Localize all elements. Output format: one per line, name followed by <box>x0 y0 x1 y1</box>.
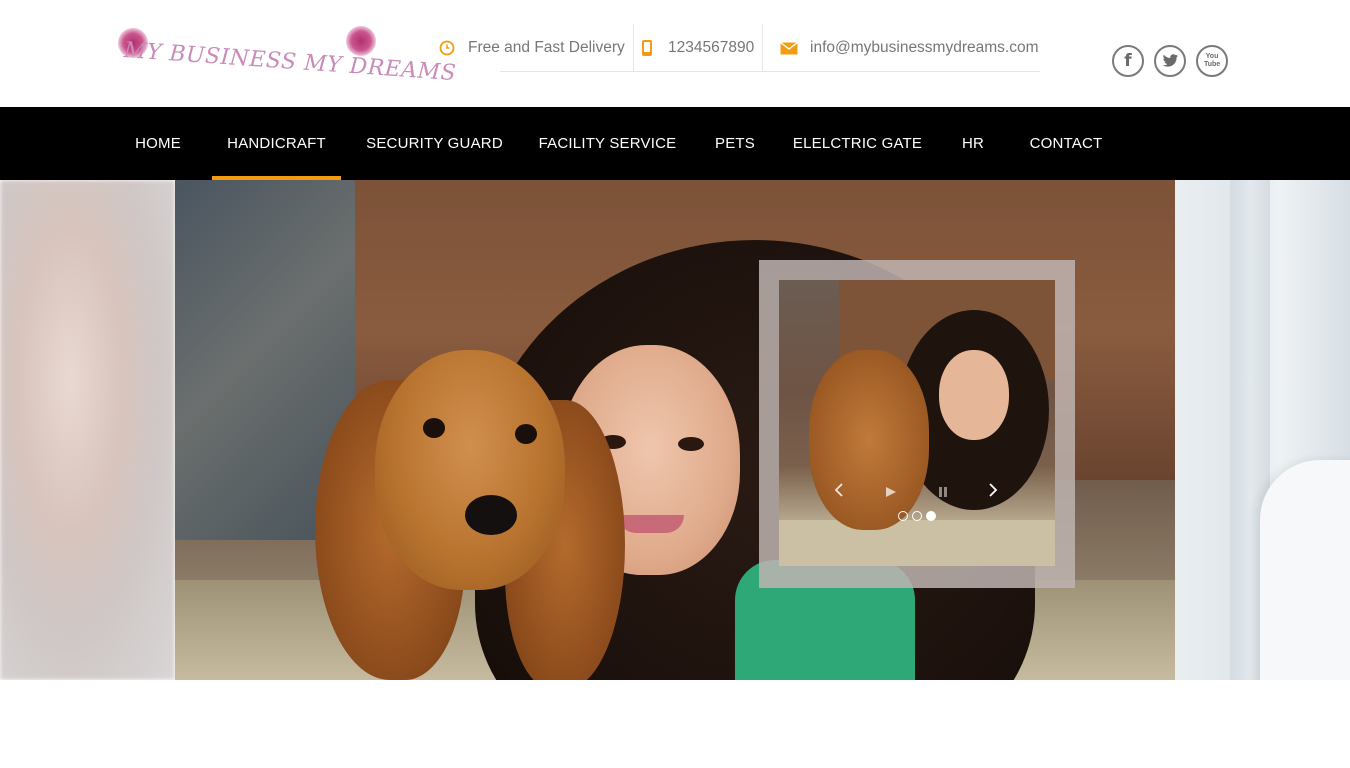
main-navigation: HOME HANDICRAFT SECURITY GUARD FACILITY … <box>0 107 1350 180</box>
twitter-bird-glyph <box>1162 54 1178 67</box>
logo-flower-right <box>346 26 376 56</box>
contact-info-bar: Free and Fast Delivery 1234567890 info@m… <box>430 24 1040 72</box>
chevron-right-icon[interactable] <box>988 482 998 503</box>
girl-smile <box>618 515 684 533</box>
mobile-phone-icon <box>638 39 656 57</box>
email-info: info@mybusinessmydreams.com <box>780 24 1039 72</box>
site-header: MY BUSINESS MY DREAMS Free and Fast Deli… <box>0 0 1350 107</box>
nav-item-label: PETS <box>715 135 755 152</box>
nav-item-pets[interactable]: PETS <box>701 107 769 180</box>
facebook-icon[interactable]: f <box>1112 45 1144 77</box>
youtube-icon[interactable]: You Tube <box>1196 45 1228 77</box>
email-address[interactable]: info@mybusinessmydreams.com <box>810 39 1039 57</box>
thumb-girl-face <box>939 350 1009 440</box>
dog-head <box>375 350 565 590</box>
play-icon[interactable] <box>885 485 897 503</box>
previous-slide-preview[interactable] <box>0 180 175 680</box>
clock-icon <box>438 39 456 57</box>
delivery-info: Free and Fast Delivery <box>438 24 625 72</box>
logo-text: MY BUSINESS MY DREAMS <box>123 38 457 87</box>
nav-item-facility-service[interactable]: FACILITY SERVICE <box>528 107 687 180</box>
logo[interactable]: MY BUSINESS MY DREAMS <box>118 26 457 86</box>
nav-item-home[interactable]: HOME <box>118 107 198 180</box>
nav-item-label: FACILITY SERVICE <box>538 135 677 152</box>
phone-number[interactable]: 1234567890 <box>668 39 754 57</box>
nav-item-handicraft[interactable]: HANDICRAFT <box>212 107 341 180</box>
next-slide-preview[interactable] <box>1175 180 1350 680</box>
slide-dot-3[interactable] <box>926 511 936 521</box>
chevron-left-icon[interactable] <box>834 482 844 503</box>
envelope-icon <box>780 39 798 57</box>
info-divider <box>633 24 634 72</box>
nav-item-label: HR <box>961 135 985 152</box>
thumb-carpet <box>779 520 1055 566</box>
youtube-label: You Tube <box>1204 53 1221 68</box>
nav-item-electric-gate[interactable]: ELELCTRIC GATE <box>783 107 932 180</box>
girl-eye-right <box>678 437 704 451</box>
twitter-icon[interactable] <box>1154 45 1186 77</box>
nav-item-label: HOME <box>135 135 181 152</box>
nav-item-hr[interactable]: HR <box>946 107 1000 180</box>
pause-icon[interactable] <box>938 485 948 503</box>
nav-item-security-guard[interactable]: SECURITY GUARD <box>355 107 514 180</box>
slide-dot-1[interactable] <box>898 511 908 521</box>
delivery-text: Free and Fast Delivery <box>468 39 625 56</box>
thumbnail-slider[interactable] <box>779 280 1055 566</box>
preview-shape <box>1260 460 1350 680</box>
hero-slider <box>0 180 1350 680</box>
facebook-label: f <box>1124 51 1132 71</box>
nav-item-contact[interactable]: CONTACT <box>1014 107 1118 180</box>
social-links: f You Tube <box>1112 45 1228 77</box>
thumb-dog <box>809 350 929 530</box>
nav-item-label: ELELCTRIC GATE <box>792 135 923 152</box>
nav-item-label: HANDICRAFT <box>227 135 326 152</box>
slide-dot-2[interactable] <box>912 511 922 521</box>
info-divider <box>762 24 763 72</box>
phone-info: 1234567890 <box>638 24 754 72</box>
dog-eye-right <box>515 424 537 444</box>
dog-eye-left <box>423 418 445 438</box>
dog-nose <box>465 495 517 535</box>
nav-item-label: CONTACT <box>1029 135 1103 152</box>
nav-item-label: SECURITY GUARD <box>366 135 503 152</box>
